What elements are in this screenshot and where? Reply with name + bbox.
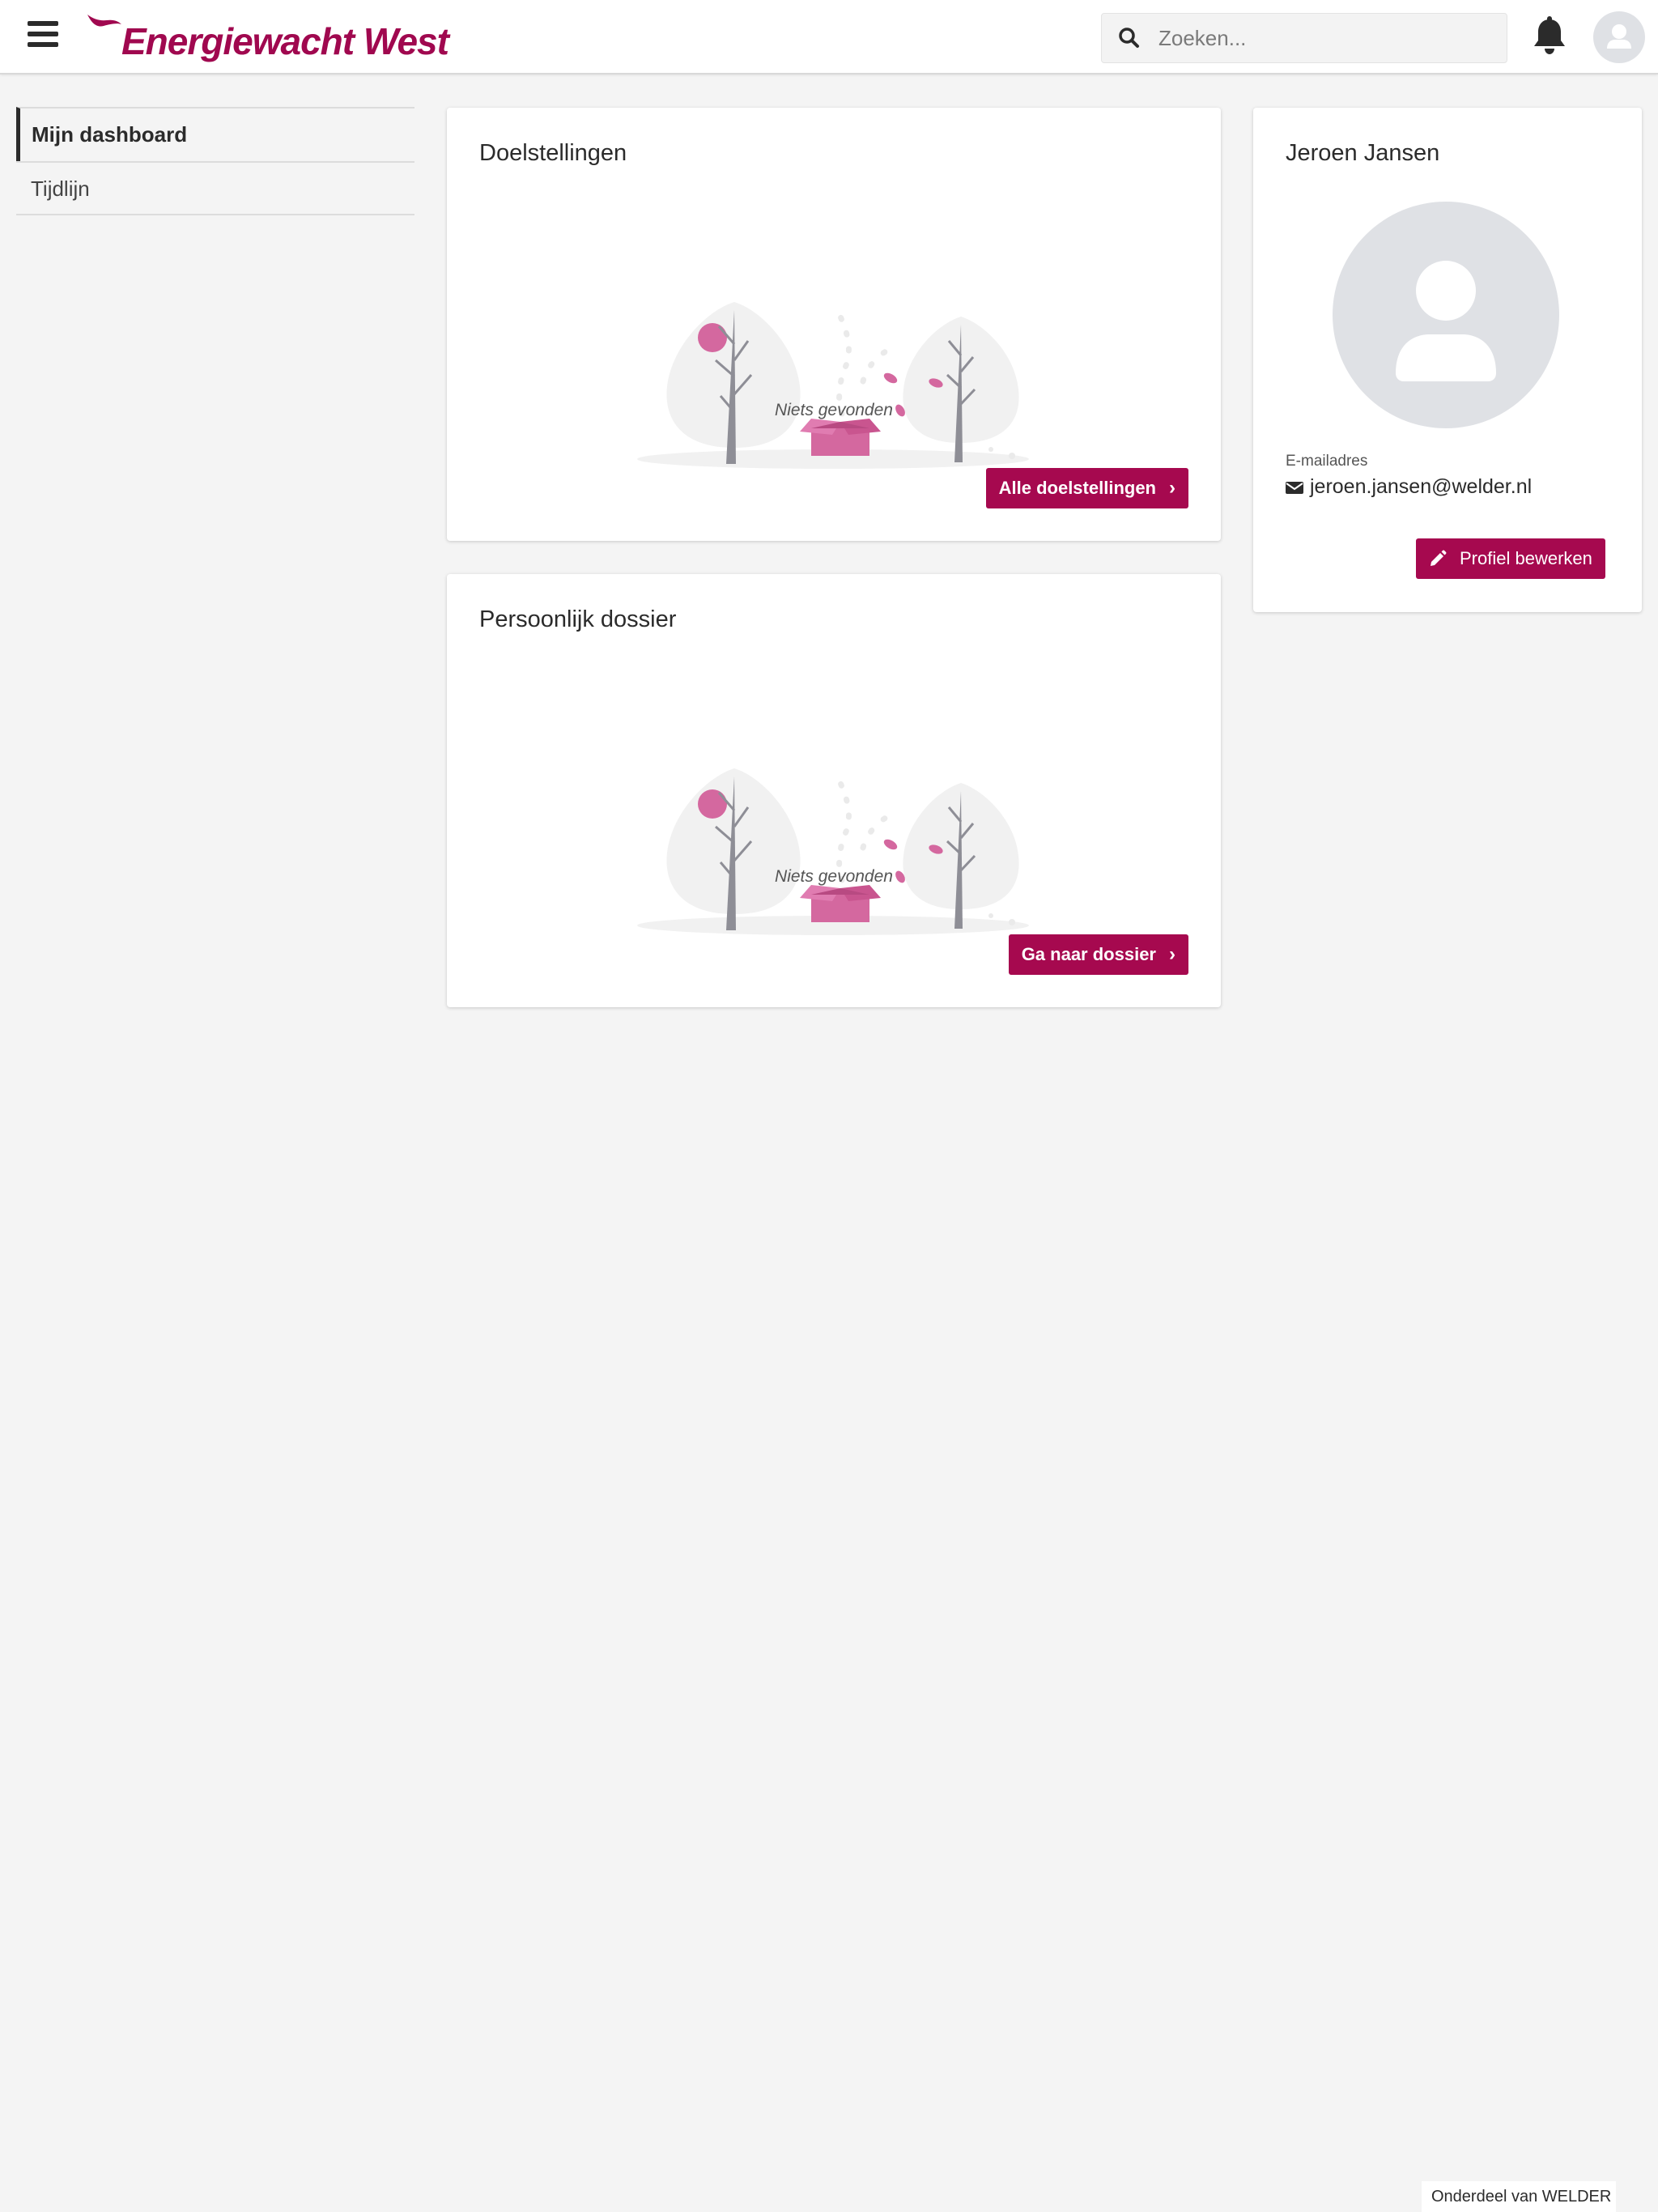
user-avatar[interactable] [1593,11,1645,63]
profile-name: Jeroen Jansen [1286,140,1440,166]
search-icon [1119,28,1139,48]
go-to-dossier-button[interactable]: Ga naar dossier › [1008,934,1188,975]
profile-card: Jeroen Jansen E-mailadres jeroen.jansen@… [1253,108,1642,612]
dossier-card: Persoonlijk dossier Niets gevonden Ga na… [447,574,1221,1007]
empty-state-text: Niets gevonden [775,867,893,886]
button-label: Ga naar dossier [1021,944,1156,964]
envelope-icon [1286,481,1303,494]
button-label: Alle doelstellingen [998,478,1156,498]
bell-icon[interactable] [1532,16,1567,57]
email-label: E-mailadres [1286,453,1368,470]
all-goals-button[interactable]: Alle doelstellingen › [985,468,1188,508]
empty-state-illustration [637,768,1029,935]
chevron-right-icon: › [1169,943,1175,965]
edit-profile-button[interactable]: Profiel bewerken [1416,538,1605,579]
top-bar: Energiewacht West [0,0,1658,74]
email-value[interactable]: jeroen.jansen@welder.nl [1310,475,1532,499]
logo-swoosh-icon [87,15,121,27]
pencil-icon [1431,550,1447,566]
email-row: jeroen.jansen@welder.nl [1286,475,1532,499]
footer-tag[interactable]: Onderdeel van WELDER [1422,2181,1616,2212]
empty-state-text: Niets gevonden [775,401,893,419]
sidebar-item-dashboard[interactable]: Mijn dashboard [16,107,414,161]
button-label: Profiel bewerken [1460,548,1592,568]
sidebar-item-tijdlijn[interactable]: Tijdlijn [16,161,414,215]
brand-logo[interactable]: Energiewacht West [86,11,449,63]
profile-avatar [1333,202,1559,428]
chevron-right-icon: › [1169,477,1175,499]
user-icon [1396,261,1496,381]
empty-state-illustration [637,302,1029,469]
search-input[interactable] [1158,14,1499,62]
search-box[interactable] [1101,13,1507,63]
card-title: Persoonlijk dossier [479,606,677,632]
sidebar: Mijn dashboard Tijdlijn [16,107,414,215]
user-icon [1607,24,1631,49]
menu-icon[interactable] [28,21,60,52]
goals-card: Doelstellingen Niets gevonden Alle doels… [447,108,1221,541]
card-title: Doelstellingen [479,140,627,166]
brand-name: Energiewacht West [121,20,449,62]
